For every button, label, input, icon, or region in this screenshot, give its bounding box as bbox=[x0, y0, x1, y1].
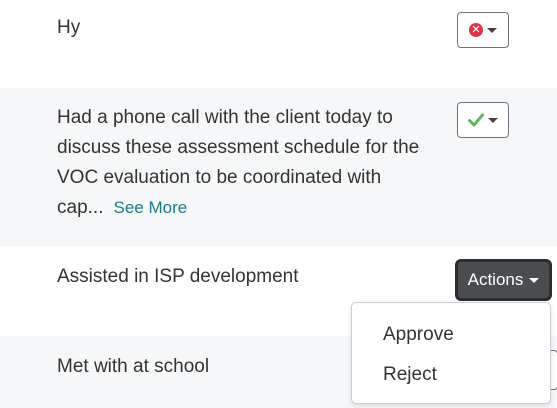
caret-down-icon bbox=[529, 277, 540, 283]
caret-down-icon bbox=[488, 117, 498, 123]
actions-label: Actions bbox=[467, 270, 524, 289]
see-more-link[interactable]: See More bbox=[113, 198, 187, 217]
checkmark-icon bbox=[468, 113, 484, 127]
note-line: Had a phone call with the client today t… bbox=[57, 107, 393, 128]
approve-menu-item[interactable]: Approve bbox=[352, 316, 550, 356]
caret-down-icon bbox=[487, 27, 497, 33]
note-text: Met with at school bbox=[57, 356, 210, 377]
note-line: cap... bbox=[57, 197, 104, 218]
note-line: discuss these assessment schedule for th… bbox=[57, 137, 420, 158]
note-row: Hy ✕ bbox=[0, 0, 557, 88]
reject-menu-item[interactable]: Reject bbox=[352, 356, 550, 396]
status-approved-dropdown-button[interactable] bbox=[457, 102, 509, 138]
note-row: Had a phone call with the client today t… bbox=[0, 88, 557, 246]
note-text: Hy bbox=[57, 17, 81, 38]
note-text: Had a phone call with the client today t… bbox=[57, 103, 419, 223]
actions-menu: Approve Reject bbox=[351, 302, 551, 404]
status-rejected-dropdown-button[interactable]: ✕ bbox=[457, 12, 509, 48]
note-text: Assisted in ISP development bbox=[57, 266, 299, 287]
actions-dropdown-button[interactable]: Actions bbox=[455, 259, 552, 301]
note-line-last: cap... See More bbox=[57, 193, 419, 223]
note-line: VOC evaluation to be coordinated with bbox=[57, 167, 382, 188]
x-circle-icon: ✕ bbox=[469, 23, 483, 37]
